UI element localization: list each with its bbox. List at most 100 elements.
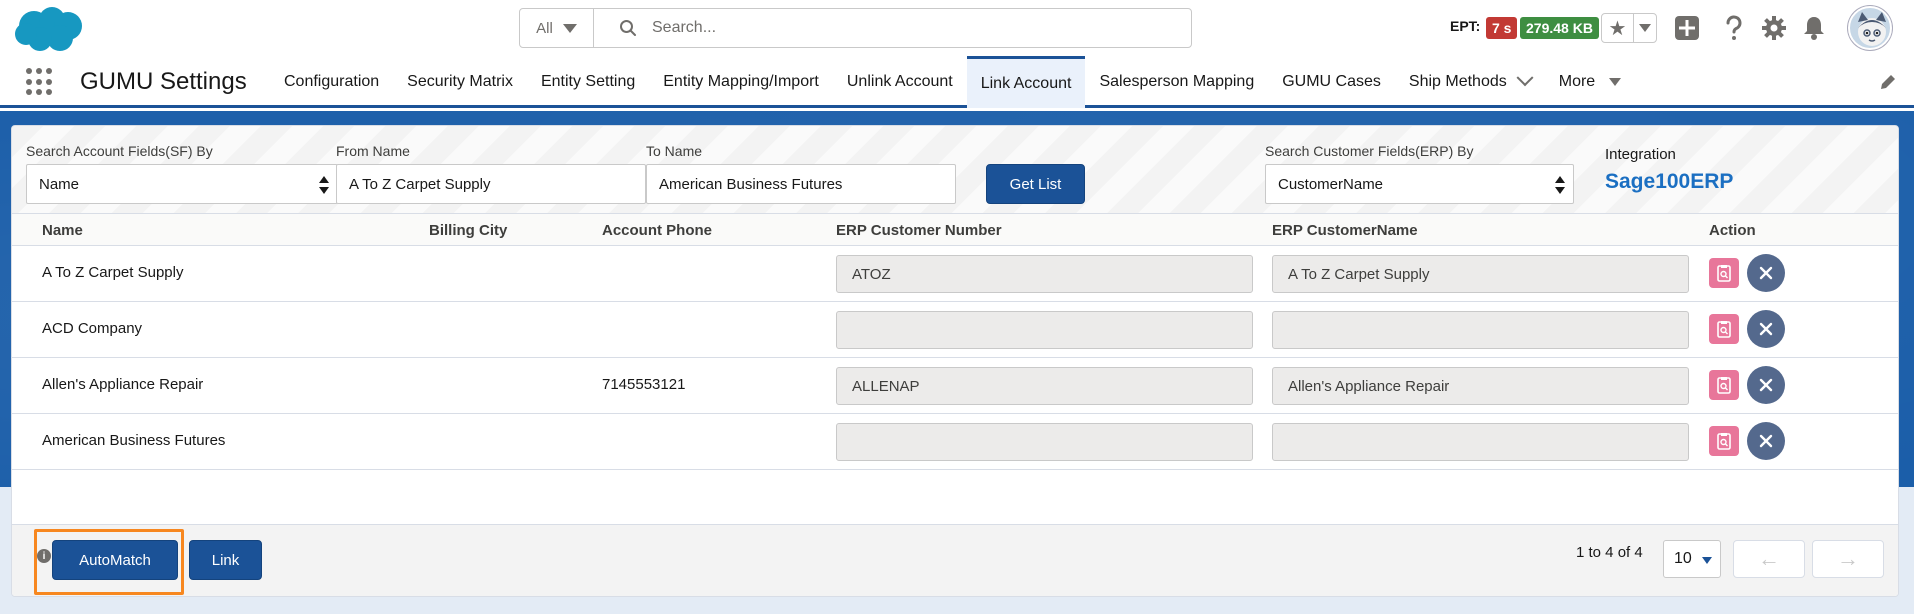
search-erp-label: Search Customer Fields(ERP) By bbox=[1265, 143, 1474, 159]
filter-bar: Search Account Fields(SF) By Name From N… bbox=[12, 126, 1898, 214]
table-row: A To Z Carpet Supply ATOZ A To Z Carpet … bbox=[12, 246, 1898, 302]
erp-customer-name-value: A To Z Carpet Supply bbox=[1288, 265, 1430, 283]
search-scope-value: All bbox=[536, 19, 553, 37]
favorites-dropdown-button[interactable] bbox=[1634, 14, 1656, 42]
row-name: Allen's Appliance Repair bbox=[42, 376, 204, 393]
avatar[interactable] bbox=[1848, 6, 1892, 50]
table-row: Allen's Appliance Repair 7145553121 ALLE… bbox=[12, 358, 1898, 414]
lookup-customer-button[interactable] bbox=[1709, 370, 1739, 400]
clear-mapping-button[interactable] bbox=[1747, 310, 1785, 348]
column-name: Name bbox=[42, 222, 83, 239]
column-erp-customer-number: ERP Customer Number bbox=[836, 222, 1002, 239]
erp-customer-name-field[interactable] bbox=[1272, 311, 1689, 349]
setup-gear-icon[interactable] bbox=[1760, 14, 1788, 42]
tab-entity-mapping-import[interactable]: Entity Mapping/Import bbox=[649, 56, 833, 108]
tab-entity-setting[interactable]: Entity Setting bbox=[527, 56, 649, 108]
clear-mapping-button[interactable] bbox=[1747, 366, 1785, 404]
lookup-customer-button[interactable] bbox=[1709, 314, 1739, 344]
notifications-bell-icon[interactable] bbox=[1800, 14, 1828, 42]
row-name: A To Z Carpet Supply bbox=[42, 264, 184, 281]
row-name: American Business Futures bbox=[42, 432, 226, 449]
link-button[interactable]: Link bbox=[189, 540, 262, 580]
erp-customer-number-field[interactable]: ALLENAP bbox=[836, 367, 1253, 405]
tab-security-matrix[interactable]: Security Matrix bbox=[393, 56, 527, 108]
search-erp-select[interactable]: CustomerName bbox=[1265, 164, 1574, 204]
favorites-star-icon[interactable]: ★ bbox=[1602, 14, 1634, 42]
lookup-customer-button[interactable] bbox=[1709, 426, 1739, 456]
ept-label: EPT: bbox=[1450, 18, 1481, 34]
table-row: ACD Company bbox=[12, 302, 1898, 358]
integration-label: Integration bbox=[1605, 146, 1676, 163]
close-icon bbox=[1759, 322, 1773, 336]
column-billing-city: Billing City bbox=[429, 222, 508, 239]
app-launcher-icon[interactable] bbox=[26, 68, 54, 96]
search-sf-value: Name bbox=[39, 175, 80, 193]
search-icon bbox=[618, 18, 638, 38]
search-input[interactable] bbox=[652, 19, 1152, 37]
chevron-down-icon bbox=[1639, 24, 1651, 32]
tab-label: More bbox=[1558, 73, 1596, 90]
edit-nav-pencil-icon[interactable] bbox=[1878, 72, 1898, 92]
erp-customer-number-field[interactable] bbox=[836, 423, 1253, 461]
tab-label: Security Matrix bbox=[407, 73, 513, 90]
next-page-button[interactable]: → bbox=[1812, 540, 1884, 578]
tab-label: GUMU Cases bbox=[1282, 73, 1381, 90]
prev-page-button[interactable]: ← bbox=[1733, 540, 1805, 578]
salesforce-logo[interactable] bbox=[12, 4, 88, 54]
add-icon[interactable] bbox=[1673, 14, 1701, 42]
close-icon bbox=[1759, 378, 1773, 392]
tab-label: Entity Setting bbox=[540, 73, 636, 90]
tab-label: Salesperson Mapping bbox=[1099, 73, 1255, 90]
tab-ship-methods[interactable]: Ship Methods bbox=[1395, 56, 1545, 108]
erp-customer-number-field[interactable]: ATOZ bbox=[836, 255, 1253, 293]
get-list-button[interactable]: Get List bbox=[986, 164, 1085, 204]
tab-link-account[interactable]: Link Account bbox=[966, 56, 1086, 108]
from-name-input[interactable]: A To Z Carpet Supply bbox=[336, 164, 646, 204]
erp-customer-name-field[interactable]: A To Z Carpet Supply bbox=[1272, 255, 1689, 293]
close-icon bbox=[1759, 434, 1773, 448]
automatch-button[interactable]: AutoMatch bbox=[52, 540, 178, 580]
arrow-right-icon: → bbox=[1837, 546, 1859, 571]
ept-time-badge: 7 s bbox=[1486, 17, 1518, 39]
chevron-down-icon bbox=[1609, 78, 1622, 86]
integration-value: Sage100ERP bbox=[1605, 170, 1734, 193]
tab-label: Link Account bbox=[980, 74, 1072, 92]
erp-customer-name-field[interactable]: Allen's Appliance Repair bbox=[1272, 367, 1689, 405]
nav-tabs: Configuration Security Matrix Entity Set… bbox=[270, 56, 1635, 108]
tab-more[interactable]: More bbox=[1545, 56, 1635, 108]
clear-mapping-button[interactable] bbox=[1747, 254, 1785, 292]
search-erp-value: CustomerName bbox=[1278, 175, 1384, 193]
app-name: GUMU Settings bbox=[80, 68, 247, 95]
tab-label: Unlink Account bbox=[846, 73, 953, 90]
clipboard-search-icon bbox=[1717, 321, 1731, 338]
column-erp-customer-name: ERP CustomerName bbox=[1272, 222, 1418, 239]
page-size-select[interactable]: 10 bbox=[1663, 540, 1721, 578]
tab-salesperson-mapping[interactable]: Salesperson Mapping bbox=[1085, 56, 1268, 108]
erp-customer-name-field[interactable] bbox=[1272, 423, 1689, 461]
search-sf-select[interactable]: Name bbox=[26, 164, 338, 204]
select-arrows-icon bbox=[319, 174, 329, 196]
chevron-down-icon bbox=[562, 23, 577, 33]
erp-customer-number-value: ATOZ bbox=[852, 265, 891, 283]
table-header: Name Billing City Account Phone ERP Cust… bbox=[12, 214, 1898, 246]
erp-customer-number-field[interactable] bbox=[836, 311, 1253, 349]
tab-unlink-account[interactable]: Unlink Account bbox=[833, 56, 967, 108]
lookup-customer-button[interactable] bbox=[1709, 258, 1739, 288]
tab-label: Configuration bbox=[284, 73, 380, 90]
tab-gumu-cases[interactable]: GUMU Cases bbox=[1268, 56, 1395, 108]
to-name-input[interactable]: American Business Futures bbox=[646, 164, 956, 204]
tab-configuration[interactable]: Configuration bbox=[270, 56, 393, 108]
search-scope-dropdown[interactable]: All bbox=[520, 9, 594, 47]
info-icon[interactable]: i bbox=[37, 549, 51, 563]
from-name-value: A To Z Carpet Supply bbox=[349, 175, 491, 193]
from-name-label: From Name bbox=[336, 143, 410, 159]
help-icon[interactable] bbox=[1720, 14, 1748, 42]
erp-customer-name-value: Allen's Appliance Repair bbox=[1288, 377, 1450, 395]
to-name-value: American Business Futures bbox=[659, 175, 843, 193]
close-icon bbox=[1759, 266, 1773, 280]
column-account-phone: Account Phone bbox=[602, 222, 713, 239]
clear-mapping-button[interactable] bbox=[1747, 422, 1785, 460]
erp-customer-number-value: ALLENAP bbox=[852, 377, 920, 395]
page-size-value: 10 bbox=[1674, 550, 1692, 567]
chevron-down-icon[interactable] bbox=[1516, 69, 1534, 87]
